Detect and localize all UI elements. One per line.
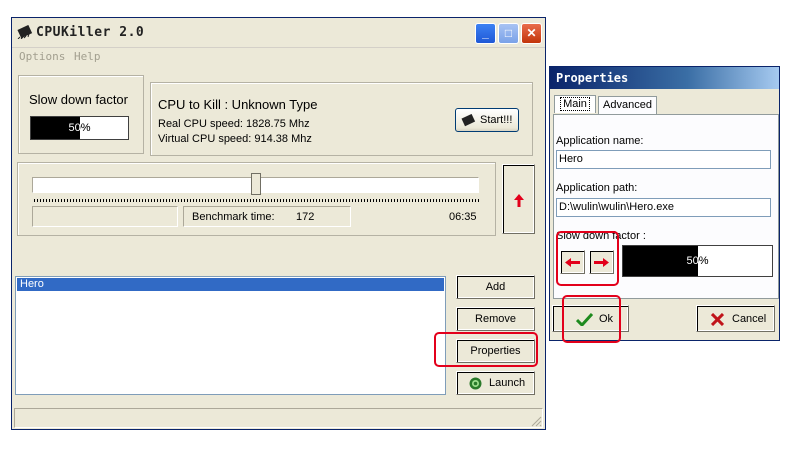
chip-icon: [461, 114, 476, 127]
tab-advanced[interactable]: Advanced: [598, 96, 657, 114]
menu-options[interactable]: Options: [19, 50, 65, 63]
chip-icon: [17, 25, 33, 39]
menu-help[interactable]: Help: [74, 50, 101, 63]
start-button[interactable]: Start!!!: [455, 108, 519, 132]
arrow-up-icon: [514, 194, 524, 207]
properties-highlight: [434, 332, 538, 367]
virtual-cpu-speed: Virtual CPU speed: 914.38 Mhz: [158, 133, 312, 145]
props-slowdown-gauge-text: 50%: [686, 255, 709, 267]
cpu-info-group: CPU to Kill : Unknown Type Real CPU spee…: [150, 82, 533, 156]
apps-listbox[interactable]: Hero: [15, 276, 446, 395]
properties-title: Properties: [556, 71, 629, 85]
cancel-button[interactable]: Cancel: [696, 305, 775, 332]
close-button[interactable]: ✕: [521, 23, 542, 44]
menu-bar: Options Help: [12, 48, 545, 66]
status-bar: [14, 408, 543, 428]
speed-trackbar-thumb[interactable]: [250, 173, 261, 195]
add-button[interactable]: Add: [456, 275, 535, 299]
properties-title-bar[interactable]: Properties: [550, 67, 779, 89]
cancel-label: Cancel: [732, 313, 767, 325]
real-cpu-speed: Real CPU speed: 1828.75 Mhz: [158, 118, 310, 130]
remove-button[interactable]: Remove: [456, 307, 535, 331]
launch-label: Launch: [489, 377, 526, 389]
arrows-highlight: [556, 231, 619, 286]
tab-main[interactable]: Main: [554, 95, 596, 113]
props-slowdown-gauge[interactable]: 50%: [622, 245, 773, 277]
status-field: [32, 206, 178, 227]
benchmark-time: 06:35: [449, 211, 477, 223]
app-title: CPUKiller 2.0: [36, 25, 145, 40]
resize-grip-icon[interactable]: [530, 415, 542, 427]
ok-highlight: [562, 295, 621, 343]
list-item[interactable]: Hero: [17, 278, 444, 291]
app-name-field[interactable]: Hero: [556, 150, 771, 169]
app-name-label: Application name:: [556, 135, 644, 147]
cpu-heading: CPU to Kill : Unknown Type: [158, 97, 318, 112]
slowdown-gauge-text: 50%: [68, 122, 91, 134]
launch-icon: [469, 377, 482, 390]
slowdown-group: Slow down factor 50%: [18, 75, 144, 154]
start-label: Start!!!: [480, 114, 513, 126]
app-path-label: Application path:: [556, 182, 638, 194]
maximize-button[interactable]: □: [498, 23, 519, 44]
benchmark-value: 172: [296, 211, 315, 223]
launch-button[interactable]: Launch: [456, 371, 535, 395]
trackbar-ticks: [34, 199, 479, 202]
tab-main-label: Main: [560, 97, 590, 111]
benchmark-label: Benchmark time:: [192, 211, 275, 223]
priority-up-button[interactable]: [502, 164, 535, 234]
properties-dialog: Properties Main Advanced Application nam…: [549, 66, 780, 343]
app-path-field[interactable]: D:\wulin\wulin\Hero.exe: [556, 198, 771, 217]
minimize-button[interactable]: _: [475, 23, 496, 44]
benchmark-field: Benchmark time: 172: [183, 206, 351, 227]
slowdown-gauge[interactable]: 50%: [30, 116, 129, 140]
benchmark-group: Benchmark time: 172 06:35: [17, 162, 496, 236]
cpukiller-main-window: CPUKiller 2.0 _ □ ✕ Options Help Slow do…: [11, 17, 546, 430]
x-icon: [711, 313, 724, 326]
slowdown-label: Slow down factor: [29, 92, 128, 107]
